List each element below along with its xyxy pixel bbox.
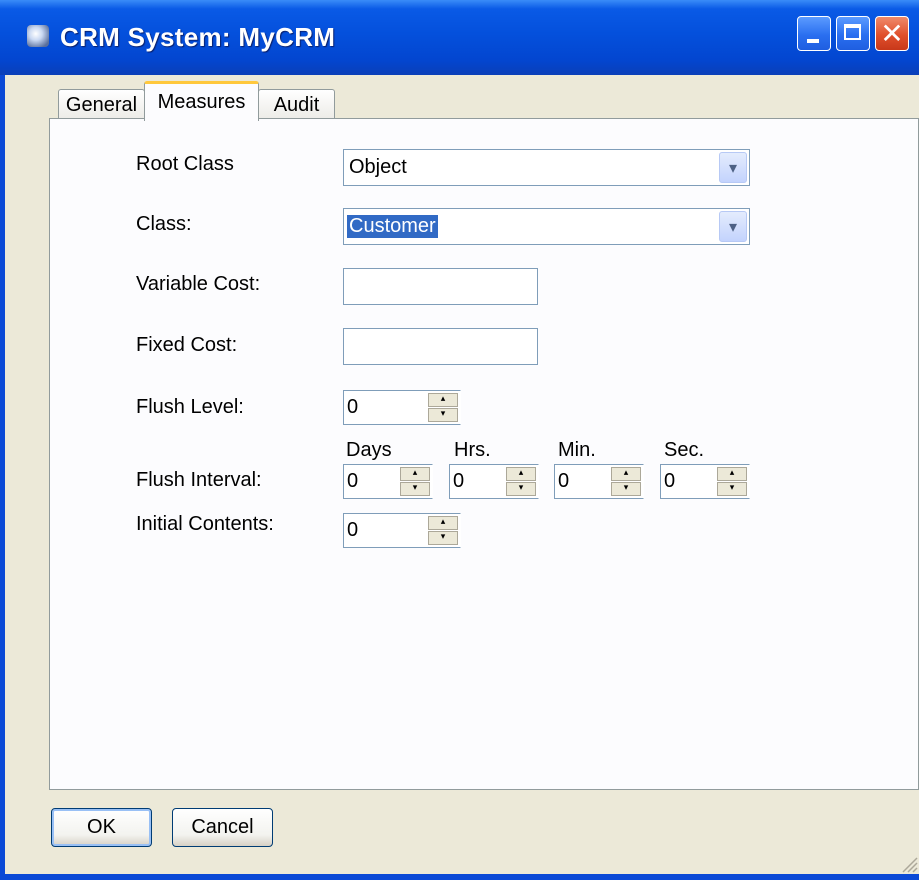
- window-frame-bottom: [0, 874, 919, 880]
- hrs-label: Hrs.: [454, 439, 491, 461]
- minimize-button[interactable]: [797, 16, 831, 51]
- days-value: 0: [347, 470, 359, 492]
- spin-up-icon[interactable]: ▴: [611, 467, 641, 481]
- app-icon[interactable]: [27, 25, 49, 47]
- maximize-icon: [844, 24, 861, 40]
- chevron-down-icon[interactable]: ▾: [719, 152, 747, 183]
- class-label: Class:: [136, 213, 192, 235]
- hrs-value: 0: [453, 470, 465, 492]
- tab-measures[interactable]: Measures: [144, 81, 259, 121]
- spin-down-icon[interactable]: ▾: [611, 482, 641, 496]
- spin-down-icon[interactable]: ▾: [428, 531, 458, 545]
- hrs-spin-buttons: ▴ ▾: [506, 467, 536, 496]
- days-spin-buttons: ▴ ▾: [400, 467, 430, 496]
- flush-level-spin-buttons: ▴ ▾: [428, 393, 458, 422]
- close-button[interactable]: ✕: [875, 16, 909, 51]
- cancel-button[interactable]: Cancel: [172, 808, 273, 847]
- spin-down-icon[interactable]: ▾: [400, 482, 430, 496]
- spin-up-icon[interactable]: ▴: [506, 467, 536, 481]
- sec-label: Sec.: [664, 439, 705, 461]
- close-icon: ✕: [880, 17, 904, 50]
- title-bar[interactable]: CRM System: MyCRM ✕: [0, 0, 919, 75]
- minimize-icon: [807, 39, 819, 43]
- flush-interval-hrs-spinner[interactable]: 0 ▴ ▾: [449, 464, 539, 499]
- class-value: Customer: [347, 215, 438, 238]
- dialog-client-area: General Measures Audit Root Class Object…: [5, 75, 919, 874]
- root-class-value: Object: [349, 156, 407, 178]
- root-class-label: Root Class: [136, 153, 234, 175]
- dialog-window: CRM System: MyCRM ✕ General Measures Aud…: [0, 0, 919, 880]
- maximize-button[interactable]: [836, 16, 870, 51]
- spin-up-icon[interactable]: ▴: [428, 516, 458, 530]
- initial-contents-value: 0: [347, 519, 359, 541]
- min-spin-buttons: ▴ ▾: [611, 467, 641, 496]
- resize-grip-icon[interactable]: [899, 854, 919, 874]
- flush-interval-sec-spinner[interactable]: 0 ▴ ▾: [660, 464, 750, 499]
- flush-level-value: 0: [347, 396, 359, 418]
- variable-cost-input[interactable]: [343, 268, 538, 305]
- ok-button[interactable]: OK: [51, 808, 152, 847]
- spin-up-icon[interactable]: ▴: [400, 467, 430, 481]
- initial-contents-label: Initial Contents:: [136, 513, 274, 535]
- flush-interval-min-spinner[interactable]: 0 ▴ ▾: [554, 464, 644, 499]
- tab-audit[interactable]: Audit: [258, 89, 335, 120]
- days-label: Days: [346, 439, 392, 461]
- class-select[interactable]: Customer ▾: [343, 208, 750, 245]
- initial-contents-spin-buttons: ▴ ▾: [428, 516, 458, 545]
- spin-down-icon[interactable]: ▾: [717, 482, 747, 496]
- sec-value: 0: [664, 470, 676, 492]
- variable-cost-label: Variable Cost:: [136, 273, 261, 295]
- spin-up-icon[interactable]: ▴: [717, 467, 747, 481]
- spin-up-icon[interactable]: ▴: [428, 393, 458, 407]
- tab-general[interactable]: General: [58, 89, 145, 120]
- root-class-select[interactable]: Object ▾: [343, 149, 750, 186]
- flush-interval-days-spinner[interactable]: 0 ▴ ▾: [343, 464, 433, 499]
- window-title: CRM System: MyCRM: [60, 22, 336, 52]
- flush-interval-label: Flush Interval:: [136, 469, 262, 491]
- spin-down-icon[interactable]: ▾: [428, 408, 458, 422]
- flush-level-label: Flush Level:: [136, 396, 244, 418]
- chevron-down-icon[interactable]: ▾: [719, 211, 747, 242]
- flush-level-spinner[interactable]: 0 ▴ ▾: [343, 390, 461, 425]
- initial-contents-spinner[interactable]: 0 ▴ ▾: [343, 513, 461, 548]
- sec-spin-buttons: ▴ ▾: [717, 467, 747, 496]
- min-value: 0: [558, 470, 570, 492]
- fixed-cost-input[interactable]: [343, 328, 538, 365]
- spin-down-icon[interactable]: ▾: [506, 482, 536, 496]
- measures-panel: Root Class Object ▾ Class: Customer ▾ Va…: [49, 118, 919, 790]
- fixed-cost-label: Fixed Cost:: [136, 334, 238, 356]
- min-label: Min.: [558, 439, 596, 461]
